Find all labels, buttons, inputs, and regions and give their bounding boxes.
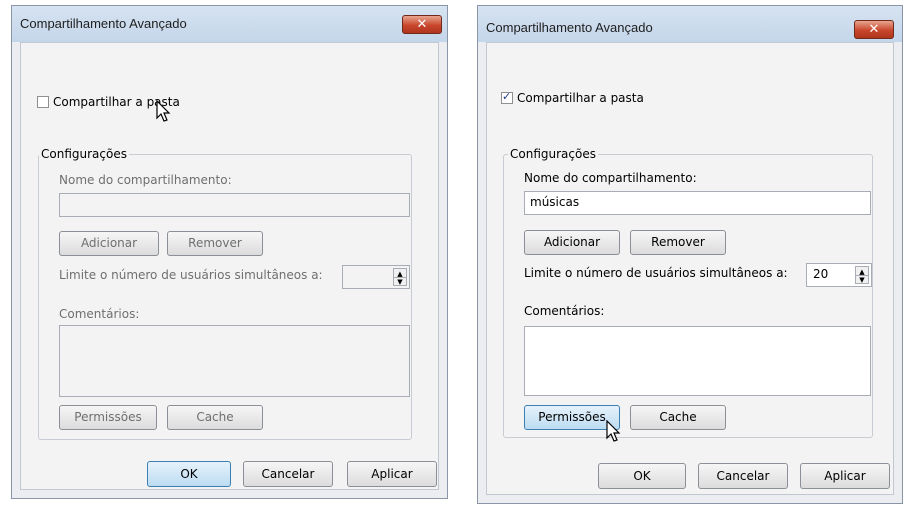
dialog-client-area: Compartilhar a pasta Configurações Nome … [486,42,894,495]
remove-button[interactable]: Remover [167,231,263,256]
settings-group: Configurações Nome do compartilhamento: … [38,147,412,440]
comments-textarea[interactable] [524,326,871,396]
apply-button[interactable]: Aplicar [347,461,437,487]
user-limit-label: Limite o número de usuários simultâneos … [59,268,323,282]
apply-button[interactable]: Aplicar [800,463,890,489]
share-folder-checkbox[interactable] [501,90,513,104]
spinner-buttons[interactable]: ▲ ▼ [855,266,869,284]
cancel-button[interactable]: Cancelar [698,463,788,489]
dialog-right: Compartilhamento Avançado ✕ Compartilhar… [477,5,903,504]
share-folder-label: Compartilhar a pasta [517,91,644,105]
comments-textarea[interactable] [59,325,410,397]
share-name-input[interactable]: músicas [524,191,871,215]
dialog-client-area: Compartilhar a pasta Configurações Nome … [20,42,439,490]
cache-button[interactable]: Cache [630,405,726,430]
close-button[interactable]: ✕ [402,15,442,34]
window-title: Compartilhamento Avançado [486,20,653,35]
spin-down-icon[interactable]: ▼ [394,277,406,286]
ok-button[interactable]: OK [147,461,231,487]
ok-button[interactable]: OK [598,463,686,489]
user-limit-spinner[interactable]: ▲ ▼ [342,265,410,289]
spinner-buttons[interactable]: ▲ ▼ [393,268,407,286]
cache-button[interactable]: Cache [167,405,263,430]
spin-down-icon[interactable]: ▼ [856,275,868,284]
close-button[interactable]: ✕ [854,20,894,39]
comments-label: Comentários: [59,307,140,321]
user-limit-spinner[interactable]: 20 ▲ ▼ [806,263,872,287]
title-bar: Compartilhamento Avançado ✕ [12,6,447,42]
settings-group-legend: Configurações [508,147,598,161]
user-limit-value: 20 [813,267,829,281]
permissions-button[interactable]: Permissões [59,405,157,430]
settings-group-legend: Configurações [39,147,129,161]
share-folder-checkbox-row[interactable]: Compartilhar a pasta [501,90,644,105]
window-title: Compartilhamento Avançado [20,16,187,31]
remove-button[interactable]: Remover [630,230,726,255]
share-name-input[interactable] [59,193,410,217]
user-limit-label: Limite o número de usuários simultâneos … [524,266,788,280]
comments-label: Comentários: [524,304,605,318]
mouse-pointer-icon [156,100,171,122]
share-name-label: Nome do compartilhamento: [524,171,697,185]
dialog-left: Compartilhamento Avançado ✕ Compartilhar… [11,5,448,499]
mouse-pointer-icon [606,420,621,442]
share-name-label: Nome do compartilhamento: [59,173,232,187]
add-button[interactable]: Adicionar [524,230,620,255]
title-bar: Compartilhamento Avançado ✕ [478,6,902,42]
add-button[interactable]: Adicionar [59,231,159,256]
share-folder-checkbox[interactable] [37,96,49,108]
cancel-button[interactable]: Cancelar [243,461,333,487]
settings-group: Configurações Nome do compartilhamento: … [503,147,873,438]
